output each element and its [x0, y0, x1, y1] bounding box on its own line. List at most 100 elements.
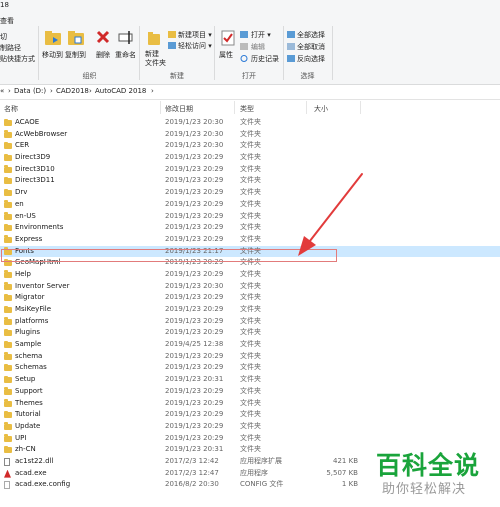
column-header-size[interactable]: 大小: [314, 104, 328, 114]
invert-selection-icon: [287, 55, 295, 62]
history-icon: [240, 55, 248, 62]
file-name: Update: [15, 421, 41, 430]
file-size: 421 KB: [333, 456, 358, 465]
table-row[interactable]: Update 2019/1/23 20:29 文件夹: [0, 421, 500, 433]
folder-icon: [4, 387, 12, 395]
file-date: 2019/1/23 20:29: [165, 433, 224, 442]
ribbon-separator: [283, 26, 284, 80]
folder-icon: [4, 212, 12, 220]
table-row[interactable]: Direct3D11 2019/1/23 20:29 文件夹: [0, 175, 500, 187]
file-name: Express: [15, 234, 43, 243]
file-date: 2019/1/23 20:29: [165, 293, 224, 302]
tab-view[interactable]: 查看: [0, 16, 14, 26]
table-row[interactable]: Sample 2019/4/25 12:38 文件夹: [0, 339, 500, 351]
file-date: 2017/2/3 12:47: [165, 468, 219, 477]
table-row[interactable]: Fonts 2019/1/23 21:17 文件夹: [0, 245, 500, 258]
cut-button[interactable]: 切: [0, 32, 7, 42]
breadcrumb-autocad2018[interactable]: AutoCAD 2018: [95, 87, 146, 95]
group-label-open: 打开: [242, 72, 256, 80]
column-header-type[interactable]: 类型: [240, 104, 254, 114]
table-row[interactable]: Tutorial 2019/1/23 20:29 文件夹: [0, 409, 500, 421]
table-row[interactable]: Setup 2019/1/23 20:31 文件夹: [0, 374, 500, 386]
folder-icon: [4, 352, 12, 360]
file-name: UPI: [15, 433, 27, 442]
table-row[interactable]: Themes 2019/1/23 20:29 文件夹: [0, 398, 500, 410]
breadcrumb-cad2018[interactable]: CAD2018: [56, 87, 89, 95]
ribbon: 18 查看 切 制路径 贴快捷方式 移动到 复制到 删除 重命名 组织 新建 文…: [0, 0, 500, 85]
table-row[interactable]: Migrator 2019/1/23 20:29 文件夹: [0, 292, 500, 304]
file-date: 2019/1/23 20:29: [165, 153, 224, 162]
file-date: 2019/1/23 20:29: [165, 164, 224, 173]
file-type: 文件夹: [240, 223, 261, 232]
table-row[interactable]: en 2019/1/23 20:29 文件夹: [0, 199, 500, 211]
folder-icon: [4, 258, 12, 267]
table-row[interactable]: Inventor Server 2019/1/23 20:30 文件夹: [0, 281, 500, 293]
table-row[interactable]: Express 2019/1/23 20:29 文件夹: [0, 234, 500, 246]
file-type: 应用程序: [240, 468, 268, 477]
file-date: 2019/1/23 20:29: [165, 316, 224, 325]
folder-icon: [4, 363, 12, 372]
open-icon: [240, 31, 248, 38]
file-type: 文件夹: [240, 398, 261, 407]
column-divider[interactable]: [160, 101, 161, 114]
table-row[interactable]: Schemas 2019/1/23 20:29 文件夹: [0, 362, 500, 374]
file-type: 文件夹: [240, 433, 261, 442]
table-row[interactable]: Support 2019/1/23 20:29 文件夹: [0, 386, 500, 398]
file-type: 文件夹: [240, 258, 261, 267]
copy-to-icon: [68, 31, 84, 45]
table-row[interactable]: CER 2019/1/23 20:30 文件夹: [0, 140, 500, 152]
move-to-icon: [45, 31, 61, 45]
file-type: 文件夹: [240, 340, 261, 349]
table-row[interactable]: platforms 2019/1/23 20:29 文件夹: [0, 316, 500, 328]
column-header-name[interactable]: 名称: [4, 104, 18, 114]
folder-icon: [4, 445, 12, 454]
autocad-icon: [4, 469, 11, 478]
file-name: Plugins: [15, 328, 41, 337]
table-row[interactable]: GeoMapHtml 2019/1/23 20:29 文件夹: [0, 257, 500, 269]
file-type: 文件夹: [240, 188, 261, 197]
parent-arrow-icon[interactable]: «: [0, 87, 4, 95]
file-date: 2019/1/23 20:30: [165, 118, 224, 126]
edit-icon: [240, 43, 248, 50]
table-row[interactable]: en-US 2019/1/23 20:29 文件夹: [0, 211, 500, 223]
folder-icon: [4, 282, 12, 290]
column-divider[interactable]: [234, 101, 235, 114]
table-row[interactable]: MsiKeyFile 2019/1/23 20:29 文件夹: [0, 304, 500, 316]
table-row[interactable]: ACAOE 2019/1/23 20:30 文件夹: [0, 117, 500, 129]
table-row[interactable]: Direct3D9 2019/1/23 20:29 文件夹: [0, 152, 500, 164]
paste-shortcut-button[interactable]: 贴快捷方式: [0, 54, 35, 64]
file-date: 2019/1/23 20:29: [165, 386, 224, 395]
table-row[interactable]: Direct3D10 2019/1/23 20:29 文件夹: [0, 164, 500, 176]
table-row[interactable]: Help 2019/1/23 20:29 文件夹: [0, 269, 500, 281]
file-type: 文件夹: [240, 164, 261, 173]
file-list: ACAOE 2019/1/23 20:30 文件夹 AcWebBrowser 2019/…: [0, 117, 500, 491]
separator-icon: ›: [8, 87, 11, 95]
file-type: 文件夹: [240, 129, 261, 138]
table-row[interactable]: Plugins 2019/1/23 20:29 文件夹: [0, 327, 500, 339]
file-type: 应用程序扩展: [240, 456, 282, 465]
table-row[interactable]: schema 2019/1/23 20:29 文件夹: [0, 351, 500, 363]
file-type: 文件夹: [240, 246, 261, 255]
breadcrumb-drive[interactable]: Data (D:): [14, 87, 46, 95]
address-bar[interactable]: « › Data (D:) › CAD2018 › AutoCAD 2018 ›: [0, 85, 500, 100]
file-type: 文件夹: [240, 363, 261, 372]
column-divider[interactable]: [360, 101, 361, 114]
file-name: Help: [15, 269, 31, 278]
table-row[interactable]: Environments 2019/1/23 20:29 文件夹: [0, 222, 500, 234]
file-name: Direct3D9: [15, 153, 51, 162]
file-name: Inventor Server: [15, 281, 70, 290]
file-date: 2019/1/23 20:30: [165, 129, 224, 138]
folder-icon: [4, 153, 12, 162]
file-type: 文件夹: [240, 328, 261, 337]
table-row[interactable]: Drv 2019/1/23 20:29 文件夹: [0, 187, 500, 199]
file-date: 2019/1/23 20:29: [165, 305, 224, 313]
group-label-organize: 组织: [82, 72, 97, 80]
column-header-date[interactable]: 修改日期: [165, 104, 193, 114]
file-name: zh-CN: [15, 445, 36, 454]
file-date: 2019/4/25 12:38: [165, 340, 224, 349]
copy-path-button[interactable]: 制路径: [0, 43, 21, 53]
table-row[interactable]: UPI 2019/1/23 20:29 文件夹: [0, 433, 500, 445]
file-type: 文件夹: [240, 269, 261, 278]
column-divider[interactable]: [306, 101, 307, 114]
table-row[interactable]: AcWebBrowser 2019/1/23 20:30 文件夹: [0, 129, 500, 141]
